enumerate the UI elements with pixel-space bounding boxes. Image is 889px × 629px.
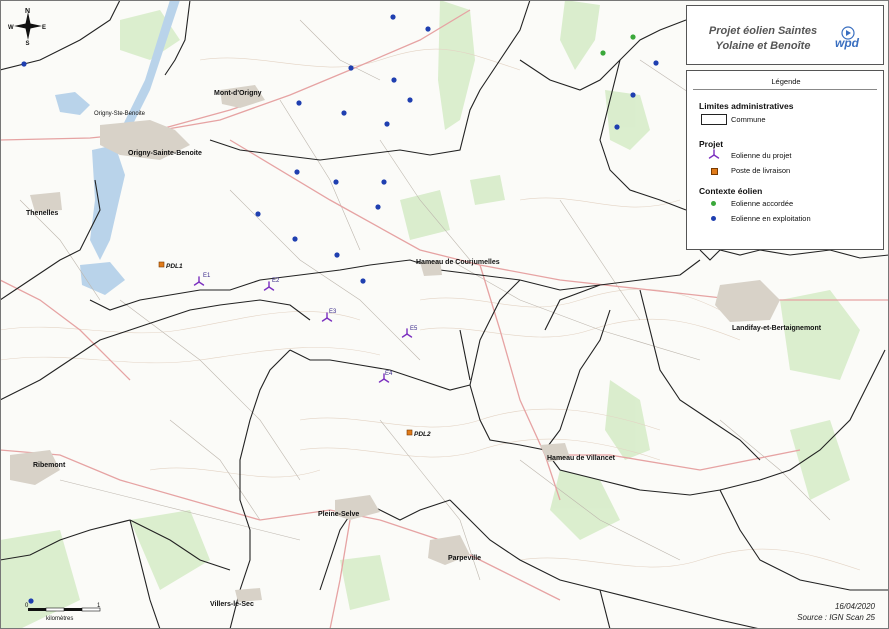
legend-divider (693, 89, 877, 90)
compass-w: W (8, 25, 14, 31)
turbine-label-e4: E4 (385, 371, 393, 377)
label-thenelles: Thenelles (26, 210, 58, 217)
map-title: Projet éolien Saintes Yolaine et Benoîte (703, 24, 823, 54)
operating-turbine (334, 252, 340, 258)
map-source: Source : IGN Scan 25 (797, 613, 875, 622)
label-mont-origny: Mont-d'Origny (214, 90, 262, 97)
operating-turbine (255, 211, 261, 217)
legend-item-pdl: Poste de livraison (731, 166, 791, 175)
label-villancet: Hameau de Villancet (547, 455, 616, 462)
operating-turbine (391, 77, 397, 83)
accorded-legend-dot (711, 201, 716, 206)
commune-symbol (701, 114, 727, 125)
pdl-legend-square (711, 168, 718, 175)
pdl1-label: PDL1 (166, 263, 183, 270)
operating-turbine (653, 60, 659, 66)
wpd-logo-text: wpd (835, 36, 859, 50)
label-origny-water: Origny-Ste-Benoite (94, 111, 146, 117)
scale-unit: kilomètres (46, 616, 73, 622)
operating-turbine (384, 121, 390, 127)
scale-bar: 0 1 kilomètres (24, 600, 104, 624)
label-origny: Origny-Sainte-Benoite (128, 150, 202, 157)
turbine-label-e1: E1 (203, 273, 211, 279)
compass-s: S (26, 41, 30, 46)
legend-heading-limits: Limites administratives (699, 101, 794, 111)
legend-item-project-turbine: Eolienne du projet (731, 151, 792, 160)
north-arrow: N S E W (8, 6, 48, 47)
accorded-turbine (600, 50, 606, 56)
operating-turbine (360, 278, 366, 284)
operating-turbine (381, 179, 387, 185)
compass-n: N (25, 8, 30, 15)
map-date: 16/04/2020 (834, 602, 875, 611)
compass-e: E (42, 25, 46, 31)
title-line1: Projet éolien Saintes (708, 25, 818, 37)
wpd-logo: wpd (833, 26, 863, 54)
legend-item-operating: Eolienne en exploitation (731, 214, 811, 223)
turbine-label-e3: E3 (329, 309, 337, 315)
turbine-label-e2: E2 (272, 278, 280, 284)
operating-turbine (348, 65, 354, 71)
turbine-legend-icon (707, 149, 721, 163)
title-line2: Yolaine et Benoîte (715, 40, 811, 52)
operating-turbine (21, 61, 27, 67)
legend-panel: Légende Limites administratives Commune … (686, 70, 884, 250)
operating-turbine (614, 124, 620, 130)
label-pleine-selve: Pleine-Selve (318, 511, 359, 518)
label-ribemont: Ribemont (33, 462, 66, 469)
label-villers: Villers-le-Sec (210, 601, 254, 608)
label-landifay: Landifay-et-Bertaignemont (732, 325, 822, 332)
operating-turbine (630, 92, 636, 98)
accorded-turbine (630, 34, 636, 40)
operating-turbine (296, 100, 302, 106)
operating-turbine (294, 169, 300, 175)
label-parpeville: Parpeville (448, 555, 481, 562)
operating-turbine (333, 179, 339, 185)
pdl2-label: PDL2 (414, 431, 431, 438)
operating-turbine (407, 97, 413, 103)
operating-turbine (390, 14, 396, 20)
pdl2-square[interactable] (406, 429, 413, 436)
operating-turbine (425, 26, 431, 32)
operating-turbine (341, 110, 347, 116)
title-panel: Projet éolien Saintes Yolaine et Benoîte… (686, 5, 884, 65)
pdl1-square[interactable] (158, 261, 165, 268)
operating-legend-dot (711, 216, 716, 221)
turbine-label-e5: E5 (410, 326, 418, 332)
operating-turbine (375, 204, 381, 210)
legend-item-accorded: Eolienne accordée (731, 199, 794, 208)
legend-heading-projet: Projet (699, 139, 724, 149)
legend-item-commune: Commune (731, 115, 766, 124)
label-courjumelles: Hameau de Courjumelles (416, 259, 500, 266)
legend-title: Légende (771, 77, 801, 86)
operating-turbine (292, 236, 298, 242)
scale-one: 1 (97, 603, 101, 609)
legend-heading-contexte: Contexte éolien (699, 186, 763, 196)
